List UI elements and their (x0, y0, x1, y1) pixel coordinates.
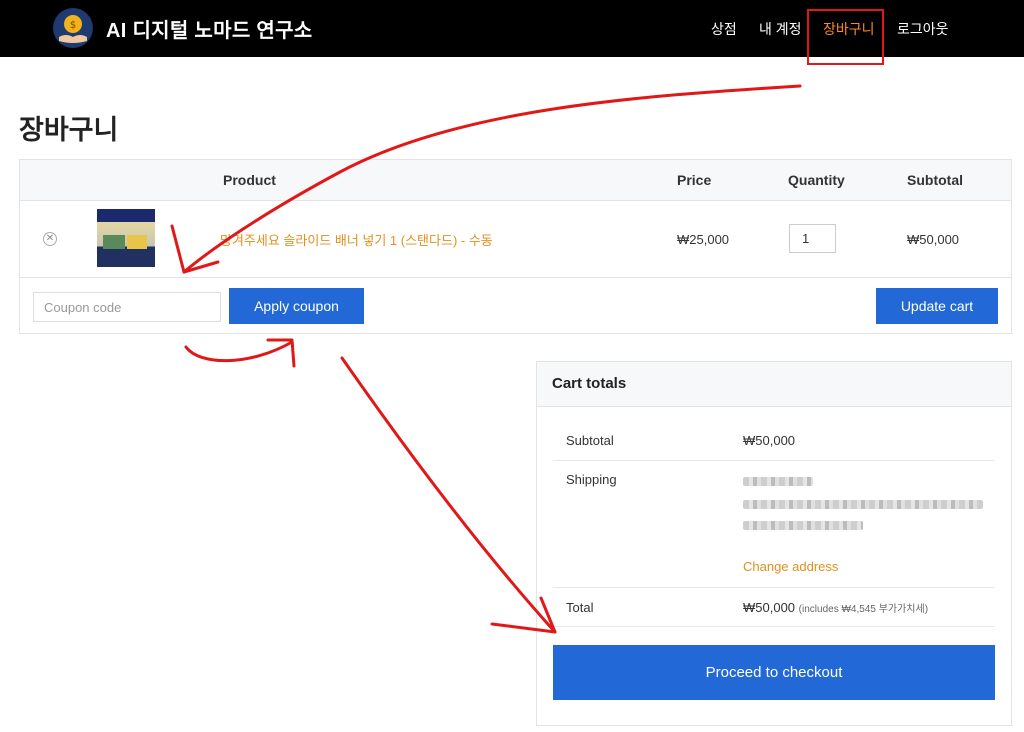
coupon-code-input[interactable] (33, 292, 221, 322)
column-header-product: Product (223, 172, 276, 188)
totals-subtotal-value: ₩50,000 (743, 433, 796, 448)
nav-item-shop[interactable]: 상점 (711, 19, 737, 39)
remove-item-icon[interactable]: ✕ (43, 232, 57, 246)
annotation-arrow-to-checkout (340, 356, 557, 634)
column-header-price: Price (677, 172, 712, 188)
cart-totals-header: Cart totals (537, 362, 1011, 407)
update-cart-button[interactable]: Update cart (876, 288, 998, 324)
totals-shipping-row: Shipping Change address (553, 461, 995, 588)
quantity-input[interactable] (789, 224, 836, 253)
totals-shipping-label: Shipping (566, 472, 617, 487)
blurred-address-line (743, 477, 813, 486)
totals-subtotal-row: Subtotal ₩50,000 (553, 421, 995, 461)
annotation-arrow-to-apply (184, 340, 294, 363)
cart-totals: Cart totals Subtotal ₩50,000 Shipping Ch… (536, 361, 1012, 726)
cart-item-row: ✕ 망겨주세요 슬라이드 배너 넣기 1 (스탠다드) - 수동 ₩25,000… (20, 200, 1011, 278)
totals-total-label: Total (566, 600, 594, 615)
change-address-link[interactable]: Change address (743, 559, 838, 574)
cart-totals-title: Cart totals (552, 375, 627, 392)
product-thumbnail[interactable] (97, 209, 155, 267)
totals-total-value-group: ₩50,000 (includes ₩4,545 부가가치세) (743, 600, 928, 615)
blurred-address-line (743, 521, 863, 530)
product-name-link[interactable]: 망겨주세요 슬라이드 배너 넣기 1 (스탠다드) - 수동 (220, 230, 493, 249)
product-subtotal: ₩50,000 (907, 232, 960, 247)
proceed-to-checkout-button[interactable]: Proceed to checkout (553, 645, 995, 700)
cart-table: Product Price Quantity Subtotal ✕ 망겨주세요 … (19, 159, 1012, 334)
column-header-quantity: Quantity (788, 172, 845, 188)
product-price: ₩25,000 (677, 232, 730, 247)
totals-total-value: ₩50,000 (743, 600, 796, 615)
nav-item-logout[interactable]: 로그아웃 (897, 19, 949, 39)
blurred-address-line (743, 500, 983, 509)
totals-total-row: Total ₩50,000 (includes ₩4,545 부가가치세) (553, 588, 995, 627)
page-title: 장바구니 (19, 115, 119, 145)
column-header-subtotal: Subtotal (907, 172, 963, 188)
nav-item-my-account[interactable]: 내 계정 (759, 19, 802, 39)
annotation-highlight-box (807, 9, 884, 65)
cart-actions: Apply coupon Update cart (20, 278, 1011, 334)
totals-subtotal-label: Subtotal (566, 433, 614, 448)
apply-coupon-button[interactable]: Apply coupon (229, 288, 364, 324)
cart-table-header: Product Price Quantity Subtotal (20, 160, 1011, 201)
tax-note: (includes ₩4,545 부가가치세) (798, 604, 929, 615)
annotation-arrowhead (266, 338, 296, 368)
